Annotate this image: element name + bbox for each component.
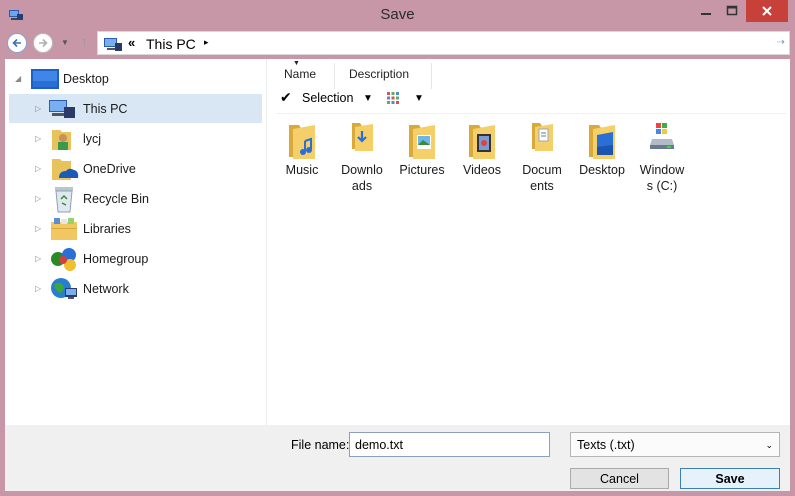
- expand-arrow-icon[interactable]: ▷: [35, 224, 45, 233]
- tree-item-libraries[interactable]: ▷ Libraries: [9, 214, 262, 243]
- column-header-description[interactable]: Description: [349, 67, 409, 81]
- file-item-documents[interactable]: Docum ents: [512, 119, 572, 194]
- tree-label: lycj: [83, 131, 102, 146]
- desktop-folder-icon: [572, 119, 632, 161]
- expand-arrow-icon[interactable]: ▷: [35, 254, 45, 263]
- navigation-bar: ▼ ↑ « This PC ▸ ⇢: [5, 30, 790, 58]
- tree-item-onedrive[interactable]: ▷ OneDrive: [9, 154, 262, 183]
- layout-grid-icon[interactable]: [386, 91, 400, 108]
- documents-folder-icon: [512, 119, 572, 161]
- tree-item-this-pc[interactable]: ▷ This PC: [9, 94, 262, 123]
- tree-label: Desktop: [63, 71, 109, 86]
- forward-button[interactable]: [33, 33, 53, 53]
- save-dialog: Save ▼ ↑ « This PC ▸ ⇢ ◢ Desktop ▷ This …: [0, 0, 795, 496]
- save-button[interactable]: Save: [680, 468, 780, 489]
- column-header-name[interactable]: ▼ Name: [284, 60, 316, 81]
- network-icon: [49, 276, 79, 305]
- main-pane: ◢ Desktop ▷ This PC ▷ lycj ▷ OneDrive ▷ …: [5, 59, 790, 425]
- expand-arrow-icon[interactable]: ▷: [35, 104, 45, 113]
- tree-label: Recycle Bin: [83, 191, 149, 206]
- this-pc-icon: [103, 36, 123, 55]
- expand-arrow-icon[interactable]: ▷: [35, 284, 45, 293]
- videos-folder-icon: [452, 119, 512, 161]
- tree-item-recycle-bin[interactable]: ▷ Recycle Bin: [9, 184, 262, 213]
- address-separator[interactable]: «: [128, 35, 135, 50]
- file-type-select[interactable]: Texts (.txt) ⌄: [570, 432, 780, 457]
- close-button[interactable]: [746, 0, 788, 22]
- forward-arrow-icon: [39, 38, 48, 48]
- file-label: Docum ents: [522, 163, 562, 193]
- file-name-label: File name:: [291, 438, 350, 452]
- column-divider[interactable]: [431, 63, 432, 89]
- downloads-folder-icon: [332, 119, 392, 161]
- selection-label[interactable]: Selection: [302, 91, 353, 105]
- user-folder-icon: [51, 126, 75, 155]
- cancel-button[interactable]: Cancel: [570, 468, 669, 489]
- recent-locations-icon[interactable]: ▼: [61, 38, 69, 47]
- pictures-folder-icon: [392, 119, 452, 161]
- tree-label: Network: [83, 281, 129, 296]
- drive-c-icon: [632, 119, 692, 161]
- tree-label: Homegroup: [83, 251, 149, 266]
- tree-item-lycj[interactable]: ▷ lycj: [9, 124, 262, 153]
- title-bar[interactable]: Save: [0, 0, 795, 30]
- expand-arrow-icon[interactable]: ▷: [35, 194, 45, 203]
- file-item-pictures[interactable]: Pictures: [392, 119, 452, 178]
- close-icon: [762, 6, 772, 16]
- sort-down-icon: ▼: [293, 60, 300, 67]
- layout-dropdown-icon[interactable]: ▼: [414, 93, 424, 104]
- desktop-icon: [31, 69, 59, 92]
- homegroup-icon: [49, 246, 79, 275]
- recycle-bin-icon: [53, 185, 75, 216]
- expand-arrow-icon[interactable]: ▷: [35, 134, 45, 143]
- maximize-button[interactable]: [719, 0, 745, 22]
- file-label: Videos: [463, 163, 501, 177]
- libraries-icon: [49, 216, 79, 245]
- file-name-input[interactable]: [349, 432, 550, 457]
- file-list-pane[interactable]: ▼ Name Description ✔ Selection ▼ ▼ Music…: [268, 59, 790, 425]
- back-arrow-icon: [12, 38, 21, 48]
- address-chevron[interactable]: ▸: [204, 37, 209, 48]
- file-label: Music: [285, 163, 319, 177]
- file-label: Downlo ads: [341, 163, 383, 193]
- navigation-tree[interactable]: ◢ Desktop ▷ This PC ▷ lycj ▷ OneDrive ▷ …: [5, 59, 267, 425]
- file-item-music[interactable]: Music: [272, 119, 332, 178]
- selection-dropdown-icon[interactable]: ▼: [363, 93, 373, 104]
- address-path[interactable]: This PC: [146, 36, 196, 52]
- column-divider[interactable]: [334, 63, 335, 89]
- onedrive-icon: [51, 156, 79, 185]
- tree-label: This PC: [83, 101, 128, 116]
- refresh-icon[interactable]: ⇢: [777, 37, 785, 48]
- checkmark-icon[interactable]: ✔: [280, 89, 292, 106]
- tree-item-desktop[interactable]: ◢ Desktop: [9, 64, 262, 93]
- file-label: Window s (C:): [639, 163, 685, 193]
- tree-item-network[interactable]: ▷ Network: [9, 274, 262, 303]
- file-type-value: Texts (.txt): [577, 438, 635, 452]
- maximize-icon: [726, 5, 738, 16]
- tree-label: OneDrive: [83, 161, 136, 176]
- minimize-button[interactable]: [693, 0, 719, 22]
- back-button[interactable]: [7, 33, 27, 53]
- this-pc-icon: [47, 98, 77, 123]
- up-arrow-icon[interactable]: ↑: [81, 33, 88, 49]
- chevron-down-icon: ⌄: [765, 440, 773, 450]
- file-label: Pictures: [399, 163, 445, 177]
- expand-arrow-icon[interactable]: ▷: [35, 164, 45, 173]
- collapse-arrow-icon[interactable]: ◢: [15, 74, 25, 83]
- music-folder-icon: [272, 119, 332, 161]
- file-item-desktop[interactable]: Desktop: [572, 119, 632, 178]
- file-label: Desktop: [579, 163, 625, 177]
- file-item-drive-c[interactable]: Window s (C:): [632, 119, 692, 194]
- tree-item-homegroup[interactable]: ▷ Homegroup: [9, 244, 262, 273]
- tree-label: Libraries: [83, 221, 131, 236]
- file-item-downloads[interactable]: Downlo ads: [332, 119, 392, 194]
- window-title: Save: [380, 6, 415, 23]
- minimize-icon: [701, 13, 711, 15]
- content-divider: [276, 113, 786, 114]
- file-item-videos[interactable]: Videos: [452, 119, 512, 178]
- address-bar[interactable]: « This PC ▸ ⇢: [97, 31, 790, 55]
- save-options-bar: File name: Texts (.txt) ⌄ Cancel Save: [5, 425, 790, 491]
